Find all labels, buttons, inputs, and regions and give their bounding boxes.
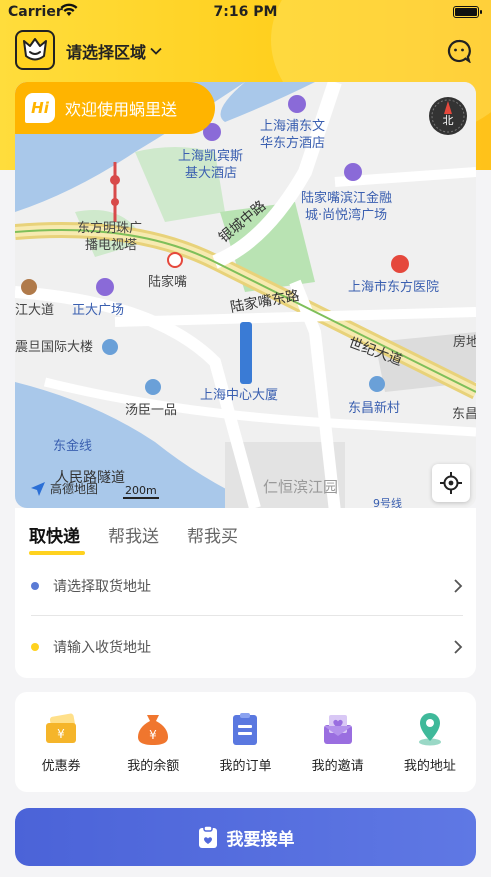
order-list-icon — [233, 712, 258, 745]
service-label: 我的订单 — [219, 758, 272, 774]
delivery-tabs: 取快递 帮我送 帮我买 — [29, 522, 238, 555]
pickup-dot-icon — [31, 582, 39, 590]
locate-me-button[interactable] — [432, 464, 470, 502]
crosshair-icon — [440, 472, 462, 494]
map-label: 上海凯宾斯 — [178, 149, 244, 164]
navigation-arrow-icon — [31, 481, 45, 496]
map-label: 陆家嘴 — [148, 275, 188, 290]
tab-pickup-express[interactable]: 取快递 — [29, 522, 85, 555]
accept-order-label: 我要接单 — [226, 829, 295, 850]
divider — [31, 615, 463, 616]
map-label: 华东方酒店 — [260, 136, 326, 151]
chevron-down-icon — [150, 47, 162, 55]
map-label: 汤臣一品 — [125, 403, 178, 418]
compass-north-label: 北 — [442, 114, 454, 127]
service-addresses[interactable]: 我的地址 — [390, 711, 470, 774]
map-label: 东金线 — [53, 439, 93, 454]
service-orders[interactable]: 我的订单 — [205, 711, 285, 774]
pickup-address-field[interactable]: 请选择取货地址 — [31, 558, 463, 614]
location-pin-icon — [418, 712, 441, 745]
tab-send-for-me[interactable]: 帮我送 — [108, 522, 159, 555]
region-label: 请选择区域 — [66, 43, 147, 62]
map-label: 上海中心大厦 — [200, 388, 279, 403]
service-label: 我的余额 — [127, 758, 180, 774]
map-label: 东方明珠广 — [77, 221, 143, 236]
chevron-right-icon — [454, 640, 463, 654]
chevron-right-icon — [454, 579, 463, 593]
compass-icon[interactable]: 北 — [428, 96, 468, 136]
map-label: 基大酒店 — [185, 166, 238, 181]
service-label: 优惠券 — [41, 758, 81, 774]
welcome-text: 欢迎使用蜗里送 — [65, 100, 178, 119]
svg-text:¥: ¥ — [57, 727, 65, 741]
services-grid: ¥ 优惠券 ¥ 我的余额 我的订单 我的邀请 我的地址 — [15, 692, 476, 792]
map-label: 正大广场 — [72, 303, 125, 318]
map-label: 9号线 — [373, 497, 402, 508]
service-invitations[interactable]: 我的邀请 — [298, 711, 378, 774]
pickup-address-placeholder: 请选择取货地址 — [53, 579, 151, 595]
service-coupons[interactable]: ¥ 优惠券 — [21, 711, 101, 774]
status-bar: Carrier 7:16 PM — [0, 0, 491, 26]
map-label: 上海浦东文 — [260, 119, 326, 134]
clipboard-heart-icon — [198, 825, 217, 848]
accept-order-button[interactable]: 我要接单 — [15, 808, 476, 866]
map-label: 东昌 — [452, 407, 476, 422]
region-selector[interactable]: 请选择区域 — [66, 39, 162, 63]
map-label: 陆家嘴滨江金融 — [301, 191, 393, 206]
map-scale: 200m — [123, 484, 159, 499]
delivery-panel: 取快递 帮我送 帮我买 请选择取货地址 请输入收货地址 — [15, 508, 476, 678]
map-label: 江大道 — [15, 303, 55, 318]
service-label: 我的地址 — [403, 758, 456, 774]
dropoff-dot-icon — [31, 643, 39, 651]
map-label: 上海市东方医院 — [348, 280, 440, 295]
service-balance[interactable]: ¥ 我的余额 — [113, 711, 193, 774]
app-header: 请选择区域 — [0, 30, 491, 72]
invite-icon — [323, 714, 352, 744]
tab-buy-for-me[interactable]: 帮我买 — [187, 522, 238, 555]
customer-service-icon[interactable] — [447, 39, 471, 64]
map-view[interactable]: 上海浦东文 华东方酒店 上海凯宾斯 基大酒店 陆家嘴滨江金融 城·尚悦湾广场 东… — [15, 82, 476, 508]
map-label: 城·尚悦湾广场 — [305, 208, 388, 223]
service-label: 我的邀请 — [311, 758, 364, 774]
money-bag-icon: ¥ — [138, 714, 169, 745]
map-label: 播电视塔 — [85, 238, 138, 253]
map-label: 房地 — [453, 335, 476, 350]
coupon-icon: ¥ — [46, 713, 77, 743]
map-attribution: 高德地图 — [30, 480, 98, 497]
svg-text:¥: ¥ — [149, 728, 157, 742]
map-label: 东昌新村 — [348, 401, 401, 416]
dropoff-address-field[interactable]: 请输入收货地址 — [31, 619, 463, 675]
dropoff-address-placeholder: 请输入收货地址 — [53, 640, 151, 656]
app-logo-icon — [15, 30, 55, 70]
hi-badge-icon: Hi — [25, 93, 55, 123]
attribution-text: 高德地图 — [50, 482, 99, 496]
map-label: 震旦国际大楼 — [15, 340, 94, 355]
welcome-banner: Hi 欢迎使用蜗里送 — [15, 82, 215, 134]
clock: 7:16 PM — [213, 4, 278, 20]
map-label: 仁恒滨江园 — [263, 478, 339, 496]
battery-icon — [453, 6, 482, 18]
